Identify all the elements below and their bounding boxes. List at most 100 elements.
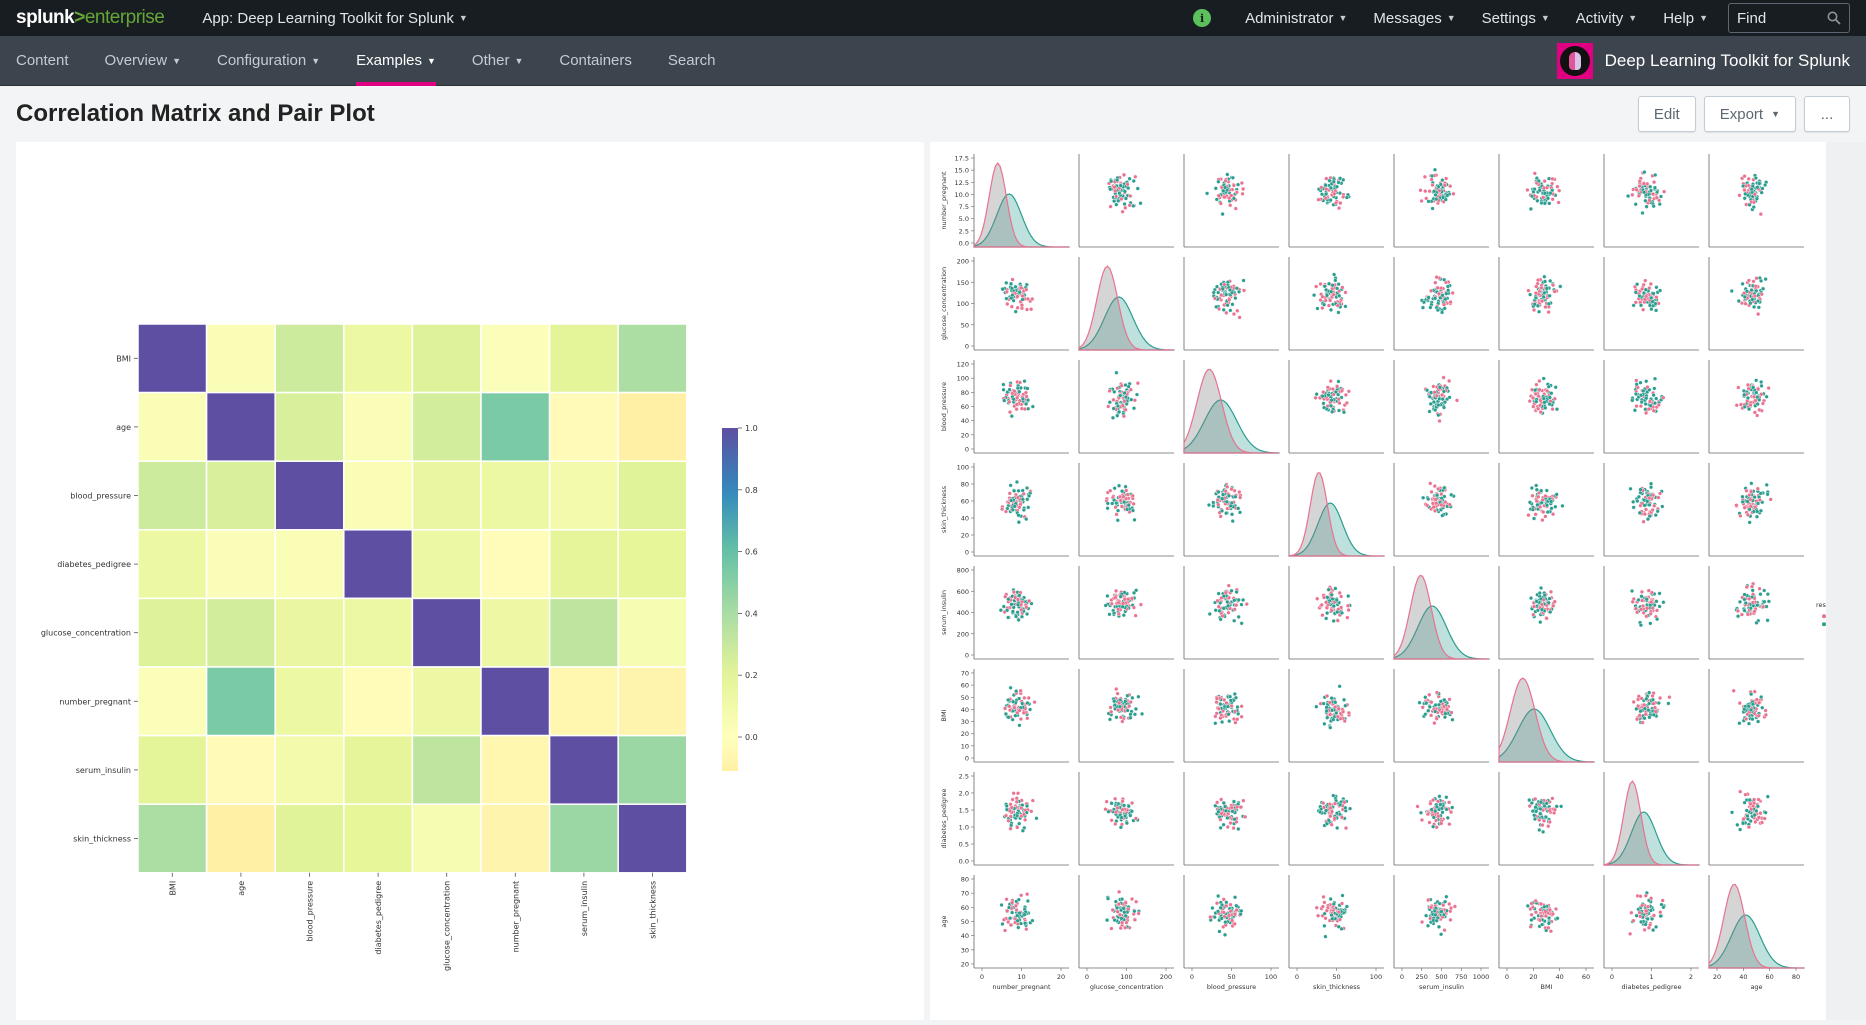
point-class-0 bbox=[1748, 802, 1752, 806]
point-class-1 bbox=[1124, 383, 1128, 387]
edit-button[interactable]: Edit bbox=[1638, 96, 1696, 132]
nav-overview[interactable]: Overview▼ bbox=[105, 36, 181, 86]
nav-search[interactable]: Search bbox=[668, 36, 716, 86]
point-class-1 bbox=[1748, 521, 1752, 525]
point-class-0 bbox=[1738, 701, 1742, 705]
point-class-1 bbox=[1010, 414, 1014, 418]
heatmap-cell bbox=[412, 530, 481, 599]
point-class-0 bbox=[1534, 291, 1538, 295]
point-class-0 bbox=[1641, 721, 1645, 725]
point-class-1 bbox=[1136, 695, 1140, 699]
topmenu-messages[interactable]: Messages▼ bbox=[1373, 10, 1455, 27]
point-class-1 bbox=[1225, 816, 1229, 820]
point-class-0 bbox=[1736, 609, 1740, 613]
point-class-1 bbox=[1540, 501, 1544, 505]
point-class-0 bbox=[1537, 379, 1541, 383]
nav-containers[interactable]: Containers bbox=[559, 36, 632, 86]
point-class-0 bbox=[1539, 410, 1543, 414]
point-class-0 bbox=[1542, 819, 1546, 823]
point-class-0 bbox=[1124, 901, 1128, 905]
point-class-0 bbox=[1013, 389, 1017, 393]
point-class-0 bbox=[1449, 906, 1453, 910]
point-class-1 bbox=[1544, 815, 1548, 819]
point-class-1 bbox=[1418, 701, 1422, 705]
point-class-0 bbox=[1139, 603, 1143, 607]
point-class-1 bbox=[1742, 597, 1746, 601]
point-class-1 bbox=[1427, 200, 1431, 204]
topmenu-activity[interactable]: Activity▼ bbox=[1576, 10, 1637, 27]
nav-configuration[interactable]: Configuration▼ bbox=[217, 36, 320, 86]
point-class-1 bbox=[1545, 489, 1549, 493]
point-class-0 bbox=[1009, 827, 1013, 831]
point-class-1 bbox=[1023, 913, 1027, 917]
point-class-0 bbox=[1321, 801, 1325, 805]
heatmap-cell bbox=[275, 667, 344, 736]
nav-content[interactable]: Content bbox=[16, 36, 69, 86]
point-class-1 bbox=[1762, 589, 1766, 593]
splunk-logo[interactable]: splunk>enterprise bbox=[16, 7, 164, 29]
point-class-0 bbox=[1642, 520, 1646, 524]
y-tick-label: 120 bbox=[957, 361, 969, 369]
y-tick-label: 80 bbox=[961, 481, 969, 489]
topmenu-settings[interactable]: Settings▼ bbox=[1482, 10, 1550, 27]
point-class-0 bbox=[1444, 177, 1448, 181]
topmenu-help[interactable]: Help▼ bbox=[1663, 10, 1708, 27]
point-class-0 bbox=[1749, 403, 1753, 407]
point-class-1 bbox=[1440, 514, 1444, 518]
point-class-1 bbox=[1761, 187, 1765, 191]
point-class-1 bbox=[1329, 308, 1333, 312]
point-class-1 bbox=[1130, 809, 1134, 813]
point-class-0 bbox=[1215, 800, 1219, 804]
point-class-0 bbox=[1024, 605, 1028, 609]
caret-down-icon: ▼ bbox=[1771, 109, 1780, 119]
point-class-0 bbox=[1024, 391, 1028, 395]
search-icon bbox=[1827, 11, 1841, 25]
point-class-0 bbox=[1123, 926, 1127, 930]
point-class-1 bbox=[1641, 389, 1645, 393]
point-class-0 bbox=[1333, 802, 1337, 806]
point-class-1 bbox=[1639, 303, 1643, 307]
point-class-1 bbox=[1006, 597, 1010, 601]
point-class-0 bbox=[1121, 495, 1125, 499]
point-class-1 bbox=[1115, 178, 1119, 182]
info-status-icon[interactable]: i bbox=[1193, 9, 1211, 27]
point-class-1 bbox=[1337, 294, 1341, 298]
nav-label: Content bbox=[16, 52, 69, 69]
app-selector[interactable]: App: Deep Learning Toolkit for Splunk ▼ bbox=[202, 10, 467, 27]
nav-other[interactable]: Other▼ bbox=[472, 36, 523, 86]
point-class-0 bbox=[1447, 800, 1451, 804]
export-button[interactable]: Export▼ bbox=[1704, 96, 1796, 132]
point-class-1 bbox=[1337, 311, 1341, 315]
topmenu-administrator[interactable]: Administrator▼ bbox=[1245, 10, 1347, 27]
point-class-0 bbox=[1137, 912, 1141, 916]
more-actions-button[interactable]: ... bbox=[1804, 96, 1850, 132]
point-class-1 bbox=[1650, 307, 1654, 311]
point-class-1 bbox=[1432, 189, 1436, 193]
find-input[interactable]: Find bbox=[1728, 3, 1850, 33]
heatmap-cell bbox=[207, 804, 276, 873]
point-class-1 bbox=[1116, 509, 1120, 513]
point-class-0 bbox=[1543, 515, 1547, 519]
point-class-0 bbox=[1339, 595, 1343, 599]
point-class-1 bbox=[1130, 696, 1134, 700]
point-class-0 bbox=[1550, 177, 1554, 181]
point-class-1 bbox=[1109, 179, 1113, 183]
point-class-1 bbox=[1766, 492, 1770, 496]
heatmap-cell bbox=[275, 461, 344, 530]
point-class-0 bbox=[1638, 179, 1642, 183]
point-class-1 bbox=[1337, 181, 1341, 185]
point-class-0 bbox=[1324, 916, 1328, 920]
point-class-1 bbox=[1743, 196, 1747, 200]
point-class-1 bbox=[1010, 911, 1014, 915]
point-class-1 bbox=[1225, 600, 1229, 604]
nav-examples[interactable]: Examples▼ bbox=[356, 36, 436, 86]
point-class-0 bbox=[1453, 905, 1457, 909]
point-class-1 bbox=[1004, 712, 1008, 716]
point-class-1 bbox=[1439, 910, 1443, 914]
point-class-0 bbox=[1232, 184, 1236, 188]
point-class-0 bbox=[1551, 912, 1555, 916]
point-class-0 bbox=[1747, 825, 1751, 829]
point-class-1 bbox=[1017, 697, 1021, 701]
pair-subplot: 050100150200glucose_concentration bbox=[940, 257, 1069, 351]
point-class-0 bbox=[1532, 308, 1536, 312]
